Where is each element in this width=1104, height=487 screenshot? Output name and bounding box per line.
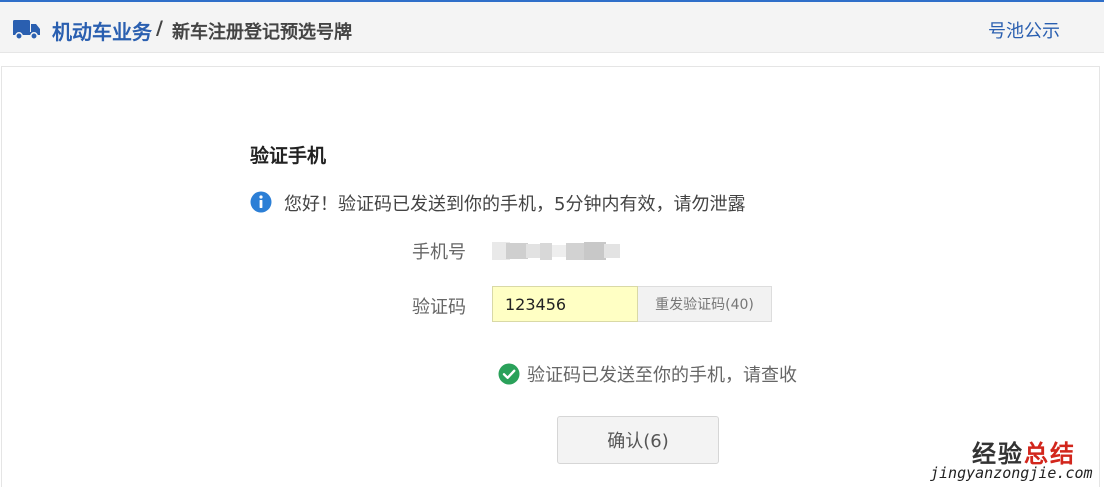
verification-code-input[interactable] <box>492 286 638 322</box>
info-icon <box>250 191 272 213</box>
confirm-button[interactable]: 确认(6) <box>557 416 719 464</box>
breadcrumb-main[interactable]: 机动车业务 <box>52 16 152 45</box>
watermark: 经验总结 jingyanzongjie.com <box>930 434 1100 484</box>
check-circle-icon <box>498 363 520 385</box>
breadcrumb-separator: / <box>156 17 163 39</box>
info-message: 您好！验证码已发送到你的手机，5分钟内有效，请勿泄露 <box>284 194 746 215</box>
phone-label: 手机号 <box>412 242 466 263</box>
resend-code-button[interactable]: 重发验证码(40) <box>638 286 772 322</box>
header-bar: 机动车业务 / 新车注册登记预选号牌 号池公示 <box>0 2 1104 53</box>
code-sent-message: 验证码已发送至你的手机，请查收 <box>527 365 797 386</box>
watermark-url: jingyanzongjie.com <box>930 464 1093 482</box>
page-title: 验证手机 <box>250 145 327 167</box>
phone-number-redacted <box>492 242 620 260</box>
main-panel <box>1 66 1100 487</box>
pool-announcement-link[interactable]: 号池公示 <box>988 17 1060 43</box>
code-label: 验证码 <box>412 297 466 318</box>
breadcrumb-current: 新车注册登记预选号牌 <box>172 22 352 43</box>
truck-icon <box>13 20 40 40</box>
